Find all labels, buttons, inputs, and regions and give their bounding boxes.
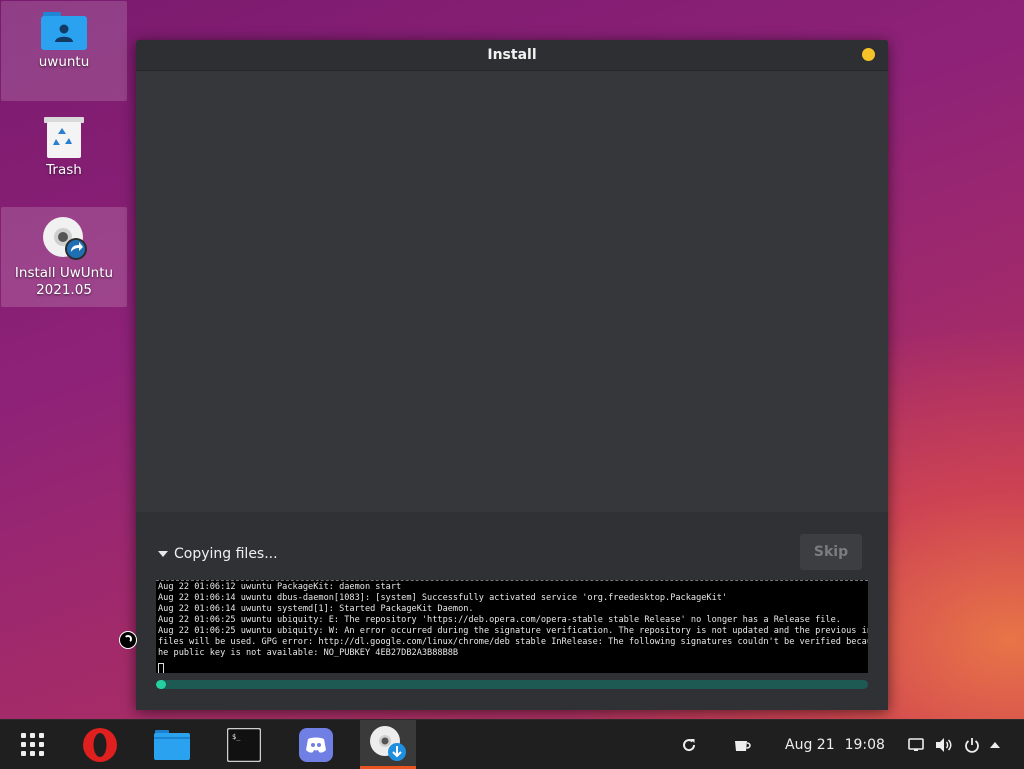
volume-button[interactable] (934, 720, 954, 769)
desktop-icon-label-line2: 2021.05 (36, 282, 92, 298)
expander-label: Copying files... (174, 546, 278, 562)
caffeine-button[interactable] (732, 720, 754, 769)
triangle-down-icon (158, 551, 168, 557)
app-grid-icon (20, 733, 44, 756)
installer-icon (370, 726, 406, 761)
desktop-icon-home[interactable]: uwuntu (1, 1, 127, 101)
install-progress-bar (156, 680, 868, 689)
taskbar-app-installer[interactable] (360, 720, 416, 769)
log-line: Aug 22 01:06:25 uwuntu ubiquity: W: An e… (158, 626, 868, 636)
skip-button[interactable]: Skip (800, 534, 862, 570)
window-title: Install (487, 47, 537, 63)
log-line: he public key is not available: NO_PUBKE… (158, 648, 459, 658)
opera-icon (83, 727, 117, 762)
caffeine-icon (735, 740, 751, 751)
install-log-terminal[interactable]: Aug 22 01:06:12 uwuntu PackageKit: daemo… (156, 580, 868, 673)
installer-disc-icon (42, 216, 87, 260)
log-line: files will be used. GPG error: http://dl… (158, 637, 868, 647)
install-window: Install Copying files... Skip Aug 22 01:… (136, 40, 888, 710)
desktop-icon-trash[interactable]: Trash (1, 104, 127, 184)
progress-section: Copying files... Skip Aug 22 01:06:12 uw… (136, 512, 888, 710)
volume-icon (936, 737, 952, 752)
desktop-icon-label-line1: Install UwUntu (14, 265, 114, 281)
taskbar-app-terminal[interactable]: $_ (216, 720, 272, 769)
terminal-cursor (158, 663, 164, 673)
taskbar-app-files[interactable] (144, 720, 200, 769)
desktop-icon-label: Trash (46, 162, 82, 178)
log-line: Aug 22 01:06:14 uwuntu systemd[1]: Start… (158, 604, 474, 614)
discord-icon (299, 727, 333, 762)
clock-time: 19:08 (844, 736, 885, 753)
desktop-icon-installer[interactable]: Install UwUntu 2021.05 (1, 207, 127, 307)
terminal-icon: $_ (227, 727, 261, 762)
display-icon (908, 737, 924, 751)
desktop-icon-label: uwuntu (38, 54, 90, 70)
power-button[interactable] (962, 720, 982, 769)
window-close-button[interactable] (862, 48, 875, 61)
log-line: Aug 22 01:06:12 uwuntu PackageKit: daemo… (158, 582, 402, 592)
clock-date: Aug 21 (785, 736, 835, 753)
taskbar-app-opera[interactable] (72, 720, 128, 769)
files-icon (154, 729, 190, 760)
clock[interactable]: Aug 21 19:08 (785, 720, 885, 769)
home-folder-icon (41, 12, 87, 50)
app-grid-button[interactable] (4, 720, 60, 769)
log-line: Aug 22 01:06:25 uwuntu ubiquity: E: The … (158, 615, 841, 625)
slideshow-area (136, 71, 888, 512)
refresh-button[interactable] (679, 720, 699, 769)
refresh-icon (683, 738, 696, 751)
log-line: Aug 22 01:06:14 uwuntu dbus-daemon[1083]… (158, 593, 728, 603)
tray-expand-button[interactable] (988, 720, 1002, 769)
taskbar: $_ Aug 21 19:08 (0, 719, 1024, 769)
busy-cursor-icon (119, 631, 137, 649)
progress-fill (156, 680, 166, 689)
trash-icon (44, 115, 84, 159)
chevron-up-icon (990, 741, 1000, 748)
details-expander[interactable]: Copying files... (158, 546, 278, 562)
window-titlebar[interactable]: Install (136, 40, 888, 71)
taskbar-app-discord[interactable] (288, 720, 344, 769)
display-button[interactable] (906, 720, 926, 769)
svg-text:$_: $_ (232, 733, 241, 741)
power-icon (965, 737, 979, 753)
